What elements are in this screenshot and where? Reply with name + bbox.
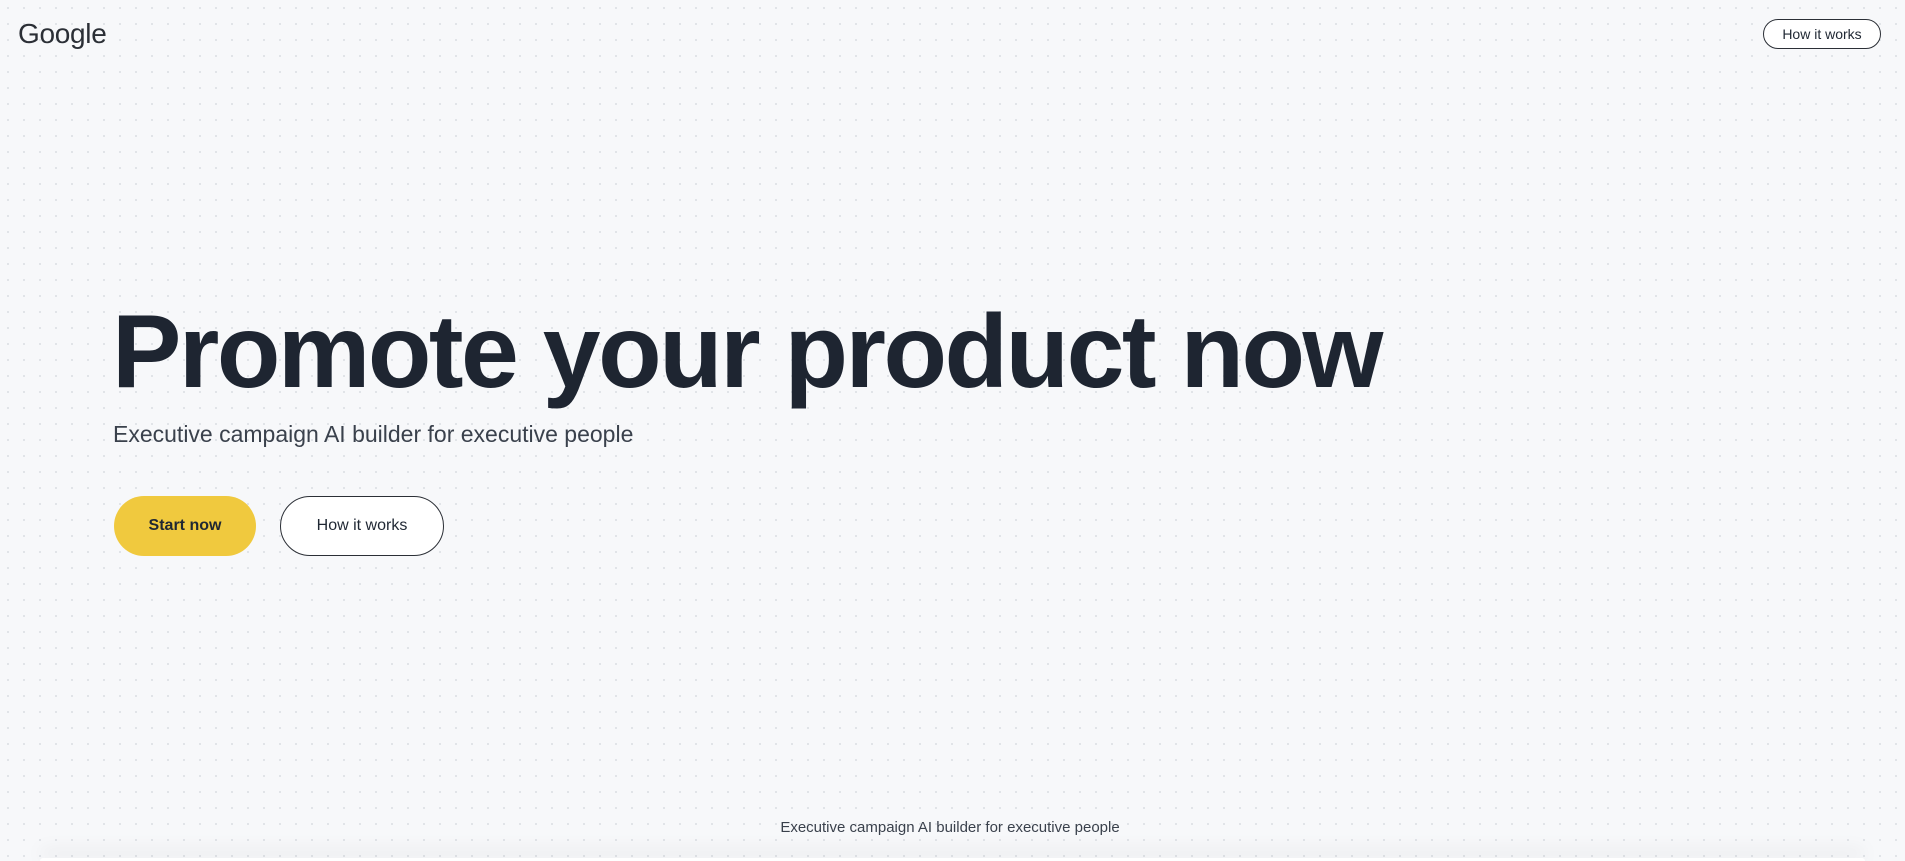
footer-tagline: Executive campaign AI builder for execut… [780,819,1120,836]
hero-title: Promote your product now [112,294,1383,410]
google-logo[interactable]: Google [18,17,107,51]
how-it-works-button[interactable]: How it works [280,496,444,556]
hero-subtitle: Executive campaign AI builder for execut… [113,421,634,447]
site-header: Google How it works [0,0,1905,70]
header-how-it-works-button[interactable]: How it works [1763,19,1881,49]
start-now-button[interactable]: Start now [114,496,256,556]
